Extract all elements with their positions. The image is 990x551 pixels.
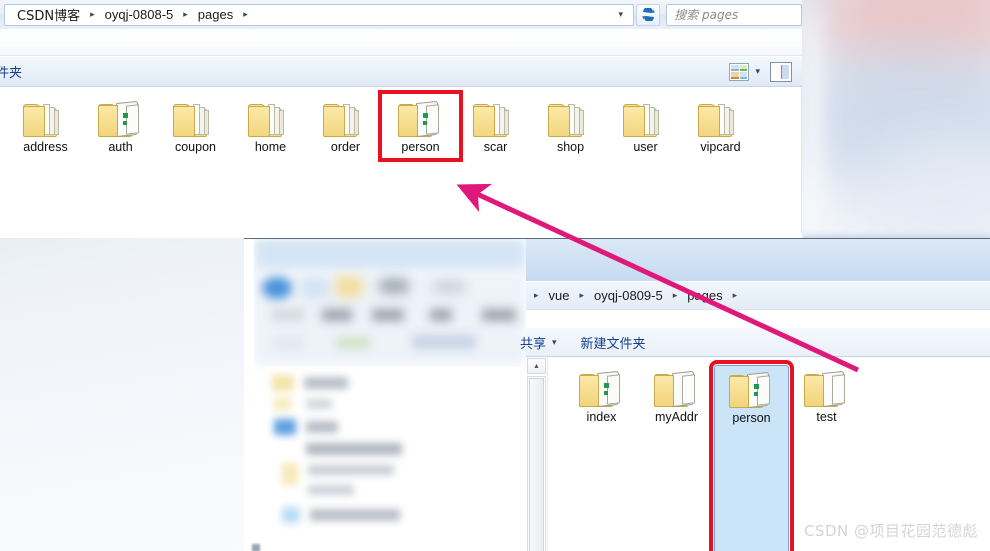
new-folder-button[interactable]: 新建文件夹 xyxy=(581,333,646,352)
folder-icon xyxy=(803,369,850,408)
folder-icon xyxy=(22,99,69,137)
folder-item-scar[interactable]: scar xyxy=(458,95,533,157)
blurred-background-window xyxy=(244,239,526,551)
folder-icon xyxy=(622,99,669,137)
folder-icon xyxy=(247,99,294,137)
folder-icon xyxy=(728,370,775,409)
folder-item-test[interactable]: test xyxy=(789,365,864,551)
folder-icon xyxy=(172,99,219,137)
folder-label: index xyxy=(586,410,617,424)
folder-icon xyxy=(97,99,144,138)
address-bar-spacer-top xyxy=(0,30,802,56)
backdrop-blob xyxy=(806,0,820,240)
search-input[interactable]: 搜索 pages xyxy=(666,3,802,26)
toolbar-right-group-top: ▾ xyxy=(729,61,802,82)
share-button[interactable]: 共享 ▾ xyxy=(520,333,557,352)
search-placeholder: 搜索 pages xyxy=(674,8,739,22)
folder-label: test xyxy=(816,410,837,424)
breadcrumb-separator-icon: ▸ xyxy=(672,290,678,300)
folder-label: home xyxy=(254,140,287,154)
breadcrumb-top[interactable]: CSDN博客 ▸ oyqj-0808-5 ▸ pages ▸ ▾ xyxy=(4,3,634,26)
folder-label: scar xyxy=(483,140,508,154)
toolbar-bottom: 共享 ▾ 新建文件夹 xyxy=(520,327,990,357)
breadcrumb-separator-icon: ▸ xyxy=(579,290,585,300)
folder-label: order xyxy=(330,140,361,154)
breadcrumb-separator-icon: ▸ xyxy=(534,290,539,300)
chevron-down-icon[interactable]: ▾ xyxy=(614,9,631,20)
file-list-top[interactable]: address auth coupon home order person sc… xyxy=(0,87,802,233)
breadcrumb-separator-icon: ▸ xyxy=(243,9,248,19)
title-strip-bottom xyxy=(526,239,990,281)
folder-item-person[interactable]: person xyxy=(709,360,794,551)
address-bar-bottom[interactable]: ▸ vue ▸ oyqj-0809-5 ▸ pages ▸ xyxy=(526,281,990,309)
folder-icon xyxy=(653,369,700,408)
folder-label: address xyxy=(23,140,68,154)
breadcrumb-item-project[interactable]: oyqj-0808-5 xyxy=(101,6,178,23)
folder-item-myaddr[interactable]: myAddr xyxy=(639,365,714,551)
folder-icon xyxy=(578,369,625,408)
breadcrumb-separator-icon: ▸ xyxy=(732,290,738,300)
folder-label: myAddr xyxy=(654,410,699,424)
new-folder-button-clipped[interactable]: 件夹 xyxy=(0,62,22,81)
folder-label: coupon xyxy=(174,140,216,154)
folder-item-user[interactable]: user xyxy=(608,95,683,157)
folder-item-home[interactable]: home xyxy=(233,95,308,157)
folder-grid-bottom: index myAddr person test xyxy=(548,357,864,551)
folder-grid-top: address auth coupon home order person sc… xyxy=(0,87,801,162)
folder-icon xyxy=(697,99,744,137)
chevron-down-icon: ▾ xyxy=(552,336,557,347)
breadcrumb-separator-icon: ▸ xyxy=(183,9,188,19)
file-list-bottom[interactable]: ▲ index myAddr person test xyxy=(526,357,990,551)
refresh-glyph xyxy=(641,8,655,21)
folder-item-coupon[interactable]: coupon xyxy=(158,95,233,157)
breadcrumb-item-csdn[interactable]: CSDN博客 xyxy=(13,4,84,25)
breadcrumb-item-project[interactable]: oyqj-0809-5 xyxy=(590,287,667,304)
breadcrumb-item-vue[interactable]: vue xyxy=(545,287,574,304)
folder-label: vipcard xyxy=(700,140,741,154)
scroll-up-icon[interactable]: ▲ xyxy=(527,358,546,374)
folder-label: user xyxy=(633,140,658,154)
folder-item-index[interactable]: index xyxy=(564,365,639,551)
folder-item-order[interactable]: order xyxy=(308,95,383,157)
folder-icon xyxy=(547,99,594,137)
folder-label: auth xyxy=(108,140,133,154)
refresh-icon[interactable] xyxy=(636,3,661,26)
breadcrumb-item-pages[interactable]: pages xyxy=(194,6,237,23)
share-label-clipped: 共享 xyxy=(520,336,547,352)
folder-item-address[interactable]: address xyxy=(8,95,83,157)
explorer-window-top: CSDN博客 ▸ oyqj-0808-5 ▸ pages ▸ ▾ 搜索 page… xyxy=(0,0,802,238)
toolbar-top: 件夹 ▾ xyxy=(0,56,802,87)
chevron-down-icon[interactable]: ▾ xyxy=(755,66,760,77)
folder-item-auth[interactable]: auth xyxy=(83,95,158,157)
scrollbar-thumb[interactable] xyxy=(529,378,544,551)
folder-label: person xyxy=(732,411,771,425)
address-bar-top: CSDN博客 ▸ oyqj-0808-5 ▸ pages ▸ ▾ 搜索 page… xyxy=(0,0,802,30)
breadcrumb-item-pages[interactable]: pages xyxy=(683,287,726,304)
explorer-window-bottom: ▸ vue ▸ oyqj-0809-5 ▸ pages ▸ 共享 ▾ 新建文件夹… xyxy=(244,238,990,551)
folder-item-vipcard[interactable]: vipcard xyxy=(683,95,758,157)
folder-icon xyxy=(397,99,444,138)
folder-icon xyxy=(322,99,369,137)
scrollbar-vertical[interactable]: ▲ xyxy=(526,357,548,551)
explorer-window-bottom-foreground: ▸ vue ▸ oyqj-0809-5 ▸ pages ▸ 共享 ▾ 新建文件夹… xyxy=(520,239,990,551)
folder-label: person xyxy=(401,140,440,154)
folder-item-person[interactable]: person xyxy=(378,90,463,162)
folder-item-shop[interactable]: shop xyxy=(533,95,608,157)
view-options-icon[interactable] xyxy=(729,62,750,81)
breadcrumb-separator-icon: ▸ xyxy=(90,9,95,19)
folder-icon xyxy=(472,99,519,137)
preview-pane-icon[interactable] xyxy=(770,61,792,82)
address-bar-spacer-bottom xyxy=(526,309,990,327)
scrollbar-track[interactable] xyxy=(527,376,546,551)
folder-label: shop xyxy=(556,140,585,154)
